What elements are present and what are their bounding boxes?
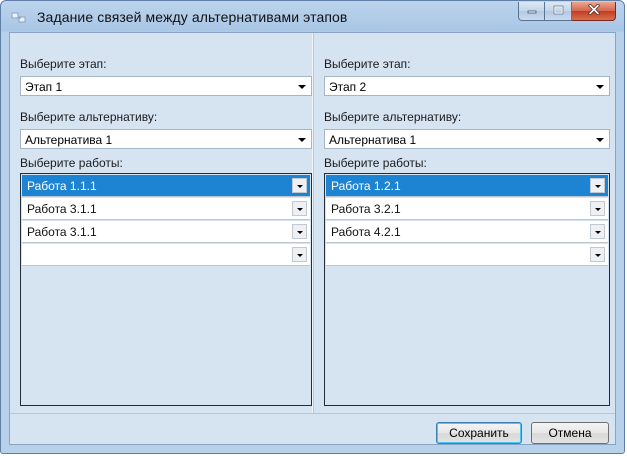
chevron-down-icon bbox=[298, 138, 306, 142]
left-work-text: Работа 3.1.1 bbox=[27, 225, 97, 239]
left-works-label: Выберите работы: bbox=[20, 156, 123, 170]
left-alt-select[interactable]: Альтернатива 1 bbox=[20, 129, 312, 149]
save-button[interactable]: Сохранить bbox=[436, 422, 522, 444]
right-alt-value: Альтернатива 1 bbox=[329, 133, 417, 147]
chevron-down-icon bbox=[297, 185, 303, 188]
left-work-row[interactable]: Работа 1.1.1 bbox=[22, 175, 310, 197]
dialog-client-area: Выберите этап: Этап 1 Выберите альтернат… bbox=[9, 32, 616, 445]
left-stage-label: Выберите этап: bbox=[20, 57, 107, 71]
right-works-list[interactable]: Работа 1.2.1 Работа 3.2.1 Работа 4.2.1 bbox=[324, 173, 610, 406]
right-work-row[interactable]: Работа 4.2.1 bbox=[326, 221, 608, 243]
dropdown-button[interactable] bbox=[590, 201, 605, 216]
right-stage-select[interactable]: Этап 2 bbox=[324, 76, 610, 96]
left-work-row[interactable]: Работа 3.1.1 bbox=[22, 198, 310, 220]
left-work-text: Работа 1.1.1 bbox=[27, 179, 97, 193]
right-stage-label: Выберите этап: bbox=[324, 57, 411, 71]
right-alt-select[interactable]: Альтернатива 1 bbox=[324, 129, 610, 149]
chevron-down-icon bbox=[297, 208, 303, 211]
right-work-text: Работа 3.2.1 bbox=[331, 202, 401, 216]
maximize-button[interactable] bbox=[545, 2, 572, 21]
right-works-label: Выберите работы: bbox=[324, 156, 427, 170]
minimize-icon bbox=[527, 2, 537, 20]
left-panel: Выберите этап: Этап 1 Выберите альтернат… bbox=[10, 33, 312, 413]
chevron-down-icon bbox=[595, 208, 601, 211]
left-stage-select[interactable]: Этап 1 bbox=[20, 76, 312, 96]
button-bar: Сохранить Отмена bbox=[10, 413, 615, 444]
left-alt-value: Альтернатива 1 bbox=[25, 133, 113, 147]
dropdown-button[interactable] bbox=[590, 178, 605, 193]
dialog-window: Задание связей между альтернативами этап… bbox=[0, 0, 625, 454]
chevron-down-icon bbox=[297, 254, 303, 257]
dropdown-button[interactable] bbox=[590, 247, 605, 262]
right-work-text: Работа 4.2.1 bbox=[331, 225, 401, 239]
close-button[interactable] bbox=[572, 2, 616, 21]
chevron-down-icon bbox=[595, 185, 601, 188]
right-work-text: Работа 1.2.1 bbox=[331, 179, 401, 193]
chevron-down-icon bbox=[595, 254, 601, 257]
right-panel: Выберите этап: Этап 2 Выберите альтернат… bbox=[314, 33, 615, 413]
maximize-icon bbox=[553, 2, 564, 20]
chevron-down-icon bbox=[595, 231, 601, 234]
window-title: Задание связей между альтернативами этап… bbox=[37, 9, 348, 25]
close-icon bbox=[587, 2, 600, 20]
left-stage-value: Этап 1 bbox=[25, 80, 63, 94]
dropdown-button[interactable] bbox=[292, 247, 307, 262]
left-alt-label: Выберите альтернативу: bbox=[20, 110, 158, 124]
right-alt-label: Выберите альтернативу: bbox=[324, 110, 462, 124]
dropdown-button[interactable] bbox=[590, 224, 605, 239]
dropdown-button[interactable] bbox=[292, 178, 307, 193]
dropdown-button[interactable] bbox=[292, 201, 307, 216]
left-work-row-empty[interactable] bbox=[22, 244, 310, 266]
left-works-list[interactable]: Работа 1.1.1 Работа 3.1.1 Работа 3.1.1 bbox=[20, 173, 312, 406]
chevron-down-icon bbox=[297, 231, 303, 234]
title-bar[interactable]: Задание связей между альтернативами этап… bbox=[1, 1, 624, 33]
right-work-row[interactable]: Работа 1.2.1 bbox=[326, 175, 608, 197]
right-work-row[interactable]: Работа 3.2.1 bbox=[326, 198, 608, 220]
caption-buttons bbox=[518, 2, 616, 22]
chevron-down-icon bbox=[596, 85, 604, 89]
dropdown-button[interactable] bbox=[292, 224, 307, 239]
chevron-down-icon bbox=[298, 85, 306, 89]
left-work-text: Работа 3.1.1 bbox=[27, 202, 97, 216]
right-work-row-empty[interactable] bbox=[326, 244, 608, 266]
cancel-button[interactable]: Отмена bbox=[531, 422, 609, 444]
left-work-row[interactable]: Работа 3.1.1 bbox=[22, 221, 310, 243]
minimize-button[interactable] bbox=[518, 2, 545, 21]
chevron-down-icon bbox=[596, 138, 604, 142]
right-stage-value: Этап 2 bbox=[329, 80, 367, 94]
app-icon bbox=[11, 10, 27, 24]
